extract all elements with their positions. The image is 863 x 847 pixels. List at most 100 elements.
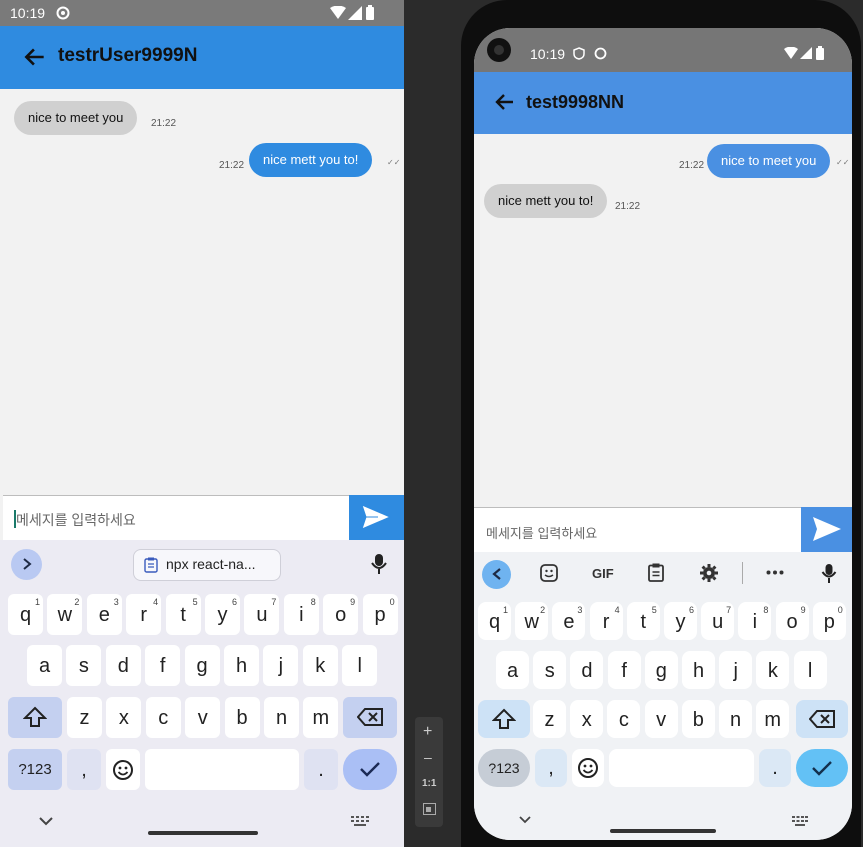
sticker-icon[interactable] bbox=[540, 564, 558, 582]
gif-button[interactable]: GIF bbox=[592, 566, 614, 581]
send-button[interactable] bbox=[801, 507, 852, 552]
key-l[interactable]: l bbox=[793, 651, 827, 689]
key-a[interactable]: a bbox=[27, 645, 62, 686]
key-h[interactable]: h bbox=[682, 651, 715, 689]
key-w[interactable]: w2 bbox=[515, 602, 549, 640]
key-r[interactable]: r4 bbox=[589, 602, 623, 640]
comma-key[interactable]: , bbox=[535, 749, 567, 787]
key-f[interactable]: f bbox=[607, 651, 641, 689]
key-g[interactable]: g bbox=[184, 645, 220, 686]
key-i[interactable]: i8 bbox=[283, 594, 319, 635]
symbols-key[interactable]: ?123 bbox=[478, 749, 530, 787]
message-input[interactable]: 메세지를 입력하세요 bbox=[3, 495, 349, 541]
backspace-key[interactable] bbox=[796, 700, 848, 738]
send-button[interactable] bbox=[349, 495, 404, 540]
gesture-navigation-bar[interactable] bbox=[148, 831, 258, 835]
clipboard-icon[interactable] bbox=[648, 563, 664, 582]
key-x[interactable]: x bbox=[106, 697, 142, 738]
key-t[interactable]: t5 bbox=[626, 602, 660, 640]
key-c[interactable]: c bbox=[607, 700, 641, 738]
back-arrow-icon[interactable] bbox=[493, 90, 517, 114]
message-bubble-received[interactable]: nice to meet you bbox=[14, 101, 138, 135]
microphone-icon[interactable] bbox=[370, 553, 388, 575]
keyboard-switch-icon[interactable] bbox=[351, 816, 369, 827]
settings-gear-icon[interactable] bbox=[700, 564, 718, 582]
more-options-icon[interactable] bbox=[766, 570, 784, 575]
key-k[interactable]: k bbox=[756, 651, 790, 689]
message-bubble-sent[interactable]: nice mett you to! bbox=[249, 143, 373, 177]
key-label: n bbox=[729, 709, 742, 731]
key-z[interactable]: z bbox=[67, 697, 102, 738]
actual-size-button[interactable]: 1:1 bbox=[422, 778, 436, 789]
spacebar-key[interactable] bbox=[145, 749, 299, 790]
key-d[interactable]: d bbox=[105, 645, 141, 686]
key-v[interactable]: v bbox=[644, 700, 678, 738]
key-f[interactable]: f bbox=[145, 645, 181, 686]
shift-key[interactable] bbox=[8, 697, 62, 738]
key-y[interactable]: y6 bbox=[205, 594, 240, 635]
key-j[interactable]: j bbox=[263, 645, 299, 686]
fit-screen-icon[interactable] bbox=[423, 803, 436, 815]
key-o[interactable]: o9 bbox=[323, 594, 359, 635]
backspace-key[interactable] bbox=[343, 697, 397, 738]
key-n[interactable]: n bbox=[719, 700, 752, 738]
gesture-navigation-bar[interactable] bbox=[610, 829, 716, 833]
key-p[interactable]: p0 bbox=[362, 594, 398, 635]
key-t[interactable]: t5 bbox=[165, 594, 201, 635]
key-d[interactable]: d bbox=[570, 651, 604, 689]
message-bubble-sent[interactable]: nice to meet you bbox=[707, 144, 831, 178]
key-u[interactable]: u7 bbox=[701, 602, 735, 640]
key-y[interactable]: y6 bbox=[664, 602, 697, 640]
key-b[interactable]: b bbox=[224, 697, 260, 738]
back-arrow-icon[interactable] bbox=[22, 44, 48, 70]
key-m[interactable]: m bbox=[303, 697, 339, 738]
zoom-in-button[interactable]: + bbox=[423, 723, 432, 741]
done-key[interactable] bbox=[343, 749, 397, 790]
keyboard-switch-icon[interactable] bbox=[792, 816, 808, 826]
message-input[interactable]: 메세지를 입력하세요 bbox=[474, 507, 801, 553]
emoji-key[interactable] bbox=[572, 749, 604, 787]
microphone-icon[interactable] bbox=[821, 563, 837, 584]
key-r[interactable]: r4 bbox=[126, 594, 162, 635]
period-key[interactable]: . bbox=[759, 749, 791, 787]
key-i[interactable]: i8 bbox=[738, 602, 772, 640]
hide-keyboard-chevron-icon[interactable] bbox=[38, 815, 54, 827]
key-x[interactable]: x bbox=[570, 700, 604, 738]
done-key[interactable] bbox=[796, 749, 848, 787]
key-u[interactable]: u7 bbox=[244, 594, 280, 635]
message-bubble-received[interactable]: nice mett you to! bbox=[484, 184, 608, 218]
hide-keyboard-chevron-icon[interactable] bbox=[518, 815, 532, 825]
key-a[interactable]: a bbox=[496, 651, 529, 689]
key-m[interactable]: m bbox=[756, 700, 790, 738]
key-v[interactable]: v bbox=[185, 697, 221, 738]
keyboard-expand-button[interactable] bbox=[11, 549, 42, 580]
key-g[interactable]: g bbox=[644, 651, 678, 689]
emoji-key[interactable] bbox=[106, 749, 140, 790]
zoom-out-button[interactable]: – bbox=[424, 749, 432, 765]
key-w[interactable]: w2 bbox=[47, 594, 83, 635]
key-s[interactable]: s bbox=[533, 651, 567, 689]
key-q[interactable]: q1 bbox=[8, 594, 43, 635]
comma-key[interactable]: , bbox=[67, 749, 101, 790]
key-b[interactable]: b bbox=[681, 700, 715, 738]
period-key[interactable]: . bbox=[304, 749, 338, 790]
keyboard-collapse-button[interactable] bbox=[482, 560, 511, 589]
key-e[interactable]: e3 bbox=[552, 602, 586, 640]
symbols-key[interactable]: ?123 bbox=[8, 749, 62, 790]
key-c[interactable]: c bbox=[145, 697, 181, 738]
key-h[interactable]: h bbox=[224, 645, 259, 686]
key-p[interactable]: p0 bbox=[812, 602, 846, 640]
key-k[interactable]: k bbox=[302, 645, 338, 686]
key-n[interactable]: n bbox=[264, 697, 299, 738]
spacebar-key[interactable] bbox=[609, 749, 754, 787]
key-e[interactable]: e3 bbox=[86, 594, 122, 635]
shift-key[interactable] bbox=[478, 700, 530, 738]
key-s[interactable]: s bbox=[66, 645, 102, 686]
key-o[interactable]: o9 bbox=[775, 602, 809, 640]
emoji-icon bbox=[113, 760, 133, 780]
key-l[interactable]: l bbox=[342, 645, 378, 686]
clipboard-suggestion-chip[interactable]: npx react-na... bbox=[133, 549, 281, 581]
key-j[interactable]: j bbox=[719, 651, 753, 689]
key-z[interactable]: z bbox=[533, 700, 566, 738]
key-q[interactable]: q1 bbox=[478, 602, 511, 640]
